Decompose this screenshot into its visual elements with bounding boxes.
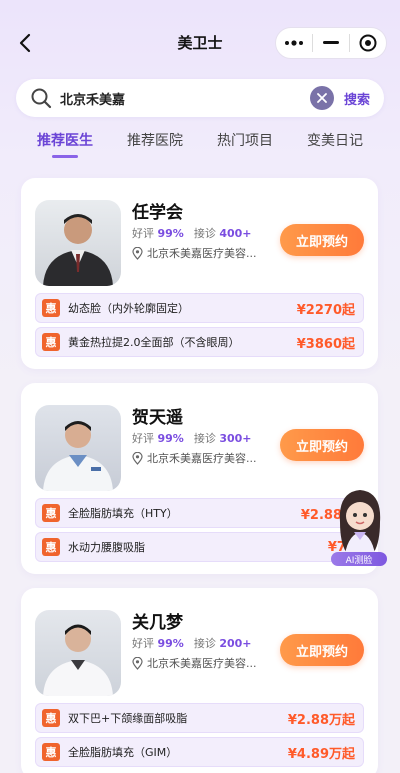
close-button[interactable] xyxy=(350,27,386,59)
doctor-stats: 好评 99% 接诊 300+ xyxy=(132,430,252,446)
visits-label: 接诊 xyxy=(193,637,216,650)
discount-tag: 惠 xyxy=(42,709,60,727)
doctor-avatar xyxy=(35,610,121,696)
location-pin-icon xyxy=(132,656,143,670)
more-button[interactable] xyxy=(276,27,312,59)
doctor-photo xyxy=(43,214,113,286)
doctor-name: 任学会 xyxy=(132,203,183,223)
visits-label: 接诊 xyxy=(193,227,216,240)
doctor-card[interactable]: 关几梦 好评 99% 接诊 200+ 北京禾美嘉医疗美容... 立即预约 惠 双… xyxy=(21,588,378,773)
rating-value: 99% xyxy=(157,637,184,650)
project-name: 全脸脂肪填充（GIM） xyxy=(68,746,178,759)
doctor-avatar xyxy=(35,405,121,491)
doctor-location: 北京禾美嘉医疗美容... xyxy=(132,450,272,466)
rating-value: 99% xyxy=(157,432,184,445)
project-price: ¥2270起 xyxy=(296,302,355,318)
ai-assistant-label[interactable]: AI测脸 xyxy=(331,552,387,566)
search-input[interactable]: 北京禾美嘉 xyxy=(60,89,310,108)
project-item[interactable]: 惠 全脸脂肪填充（GIM） ¥4.89万起 xyxy=(35,737,364,767)
visits-value: 200+ xyxy=(219,637,252,650)
project-item[interactable]: 惠 双下巴+下颌缘面部吸脂 ¥2.88万起 xyxy=(35,703,364,733)
location-pin-icon xyxy=(132,246,143,260)
project-price: ¥3860起 xyxy=(296,336,355,352)
location-pin-icon xyxy=(132,451,143,465)
discount-tag: 惠 xyxy=(42,333,60,351)
doctor-card[interactable]: 贺天遥 好评 99% 接诊 300+ 北京禾美嘉医疗美容... 立即预约 惠 全… xyxy=(21,383,378,574)
rating-label: 好评 xyxy=(132,637,154,650)
doctor-photo xyxy=(43,421,113,491)
visits-value: 300+ xyxy=(219,432,252,445)
discount-tag: 惠 xyxy=(42,538,60,556)
minimize-button[interactable] xyxy=(313,27,349,59)
tab-recommended-hospitals[interactable]: 推荐医院 xyxy=(127,128,183,164)
discount-tag: 惠 xyxy=(42,504,60,522)
search-icon xyxy=(31,88,52,109)
doctor-stats: 好评 99% 接诊 200+ xyxy=(132,635,252,651)
book-now-button[interactable]: 立即预约 xyxy=(280,429,364,461)
search-bar: 北京禾美嘉 搜索 xyxy=(16,79,384,117)
doctor-stats: 好评 99% 接诊 400+ xyxy=(132,225,252,241)
project-item[interactable]: 惠 水动力腰腹吸脂 ¥78 xyxy=(35,532,364,562)
doctor-name: 贺天遥 xyxy=(132,408,183,428)
tab-beauty-diary[interactable]: 变美日记 xyxy=(307,128,363,164)
discount-tag: 惠 xyxy=(42,743,60,761)
doctor-photo xyxy=(43,624,113,696)
close-icon xyxy=(317,93,327,103)
project-item[interactable]: 惠 黄金热拉提2.0全面部（不含眼周） ¥3860起 xyxy=(35,327,364,357)
visits-value: 400+ xyxy=(219,227,252,240)
doctor-location: 北京禾美嘉医疗美容... xyxy=(132,655,272,671)
book-now-button[interactable]: 立即预约 xyxy=(280,224,364,256)
tab-hot-projects[interactable]: 热门项目 xyxy=(217,128,273,164)
location-text: 北京禾美嘉医疗美容... xyxy=(147,657,257,670)
search-button[interactable]: 搜索 xyxy=(344,89,370,108)
category-tabs: 推荐医生 推荐医院 热门项目 变美日记 xyxy=(0,128,400,164)
doctor-name: 关几梦 xyxy=(132,613,183,633)
project-price: ¥2.88万起 xyxy=(287,712,355,728)
project-item[interactable]: 惠 幼态脸（内外轮廓固定） ¥2270起 xyxy=(35,293,364,323)
rating-value: 99% xyxy=(157,227,184,240)
doctor-avatar xyxy=(35,200,121,286)
project-name: 双下巴+下颌缘面部吸脂 xyxy=(68,712,188,725)
doctor-card[interactable]: 任学会 好评 99% 接诊 400+ 北京禾美嘉医疗美容... 立即预约 惠 幼… xyxy=(21,178,378,369)
tab-recommended-doctors[interactable]: 推荐医生 xyxy=(37,128,93,164)
doctor-location: 北京禾美嘉医疗美容... xyxy=(132,245,272,261)
location-text: 北京禾美嘉医疗美容... xyxy=(147,247,257,260)
location-text: 北京禾美嘉医疗美容... xyxy=(147,452,257,465)
project-name: 全脸脂肪填充（HTY） xyxy=(68,507,178,520)
project-name: 黄金热拉提2.0全面部（不含眼周） xyxy=(68,336,240,349)
project-name: 水动力腰腹吸脂 xyxy=(68,541,145,554)
rating-label: 好评 xyxy=(132,227,154,240)
book-now-button[interactable]: 立即预约 xyxy=(280,634,364,666)
mini-program-capsule xyxy=(275,27,387,59)
rating-label: 好评 xyxy=(132,432,154,445)
discount-tag: 惠 xyxy=(42,299,60,317)
project-item[interactable]: 惠 全脸脂肪填充（HTY） ¥2.88万 xyxy=(35,498,364,528)
clear-search-button[interactable] xyxy=(309,86,334,110)
project-name: 幼态脸（内外轮廓固定） xyxy=(68,302,189,315)
top-navigation-bar: 美卫士 xyxy=(0,0,400,80)
project-price: ¥4.89万起 xyxy=(287,746,355,762)
ai-avatar-icon xyxy=(339,490,381,562)
more-dots-icon xyxy=(285,40,303,46)
minimize-icon xyxy=(322,41,339,44)
close-target-icon xyxy=(359,34,377,52)
visits-label: 接诊 xyxy=(193,432,216,445)
